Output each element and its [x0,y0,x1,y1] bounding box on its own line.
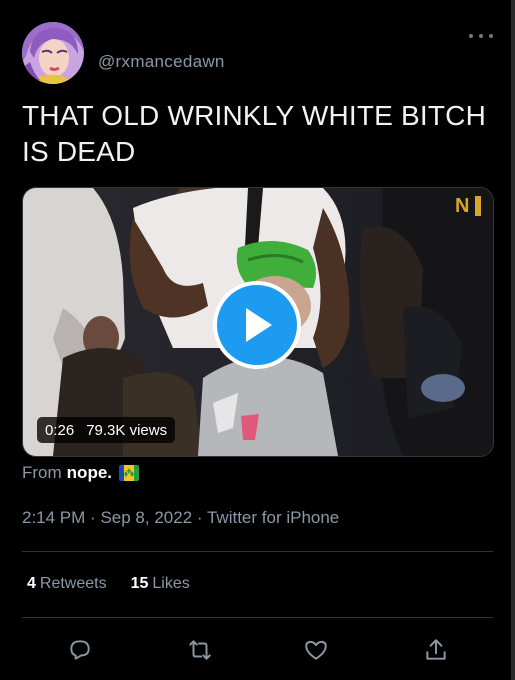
divider [22,551,493,552]
more-dots-icon[interactable] [469,26,493,46]
reply-button[interactable] [64,634,96,666]
retweets-stat[interactable]: 4 Retweets [27,575,107,593]
user-handle[interactable]: @rxmancedawn [98,52,225,72]
meta-separator: · [90,508,96,527]
action-bar [0,634,515,666]
likes-count: 15 [130,575,149,592]
retweets-count: 4 [27,575,36,592]
video-source: From nope. [22,463,140,483]
video-duration: 0:26 [45,421,75,439]
play-button[interactable] [213,281,301,369]
tweet-text: THAT OLD WRINKLY WHITE BITCH IS DEAD [22,100,487,167]
avatar[interactable] [22,22,84,84]
saint-vincent-flag-icon [119,465,140,481]
source-prefix: From [22,463,62,482]
video-player[interactable]: N 0:26 79.3K views [22,187,494,457]
tweet-meta: 2:14 PM · Sep 8, 2022 · Twitter for iPho… [22,508,339,528]
meta-separator: · [196,508,203,527]
like-button[interactable] [300,634,332,666]
divider [22,617,493,618]
retweet-button[interactable] [184,634,216,666]
tweet-date[interactable]: Sep 8, 2022 [100,508,192,527]
tweet-time: 2:14 PM [22,508,86,527]
reply-icon [70,640,90,660]
share-icon [426,639,446,660]
network-watermark: N [455,195,469,217]
play-icon [246,308,272,342]
retweet-icon [189,640,211,660]
video-info-badge: 0:26 79.3K views [37,417,176,443]
source-name[interactable]: nope. [67,463,112,483]
engagement-stats: 4 Retweets 15 Likes [27,575,190,593]
heart-icon [305,640,327,660]
tweet-client[interactable]: Twitter for iPhone [207,508,339,527]
share-button[interactable] [420,634,452,666]
likes-label: Likes [152,575,190,592]
likes-stat[interactable]: 15 Likes [131,575,190,593]
retweets-label: Retweets [39,575,107,592]
video-views: 79.3K views [86,421,168,439]
window-edge [511,0,515,680]
